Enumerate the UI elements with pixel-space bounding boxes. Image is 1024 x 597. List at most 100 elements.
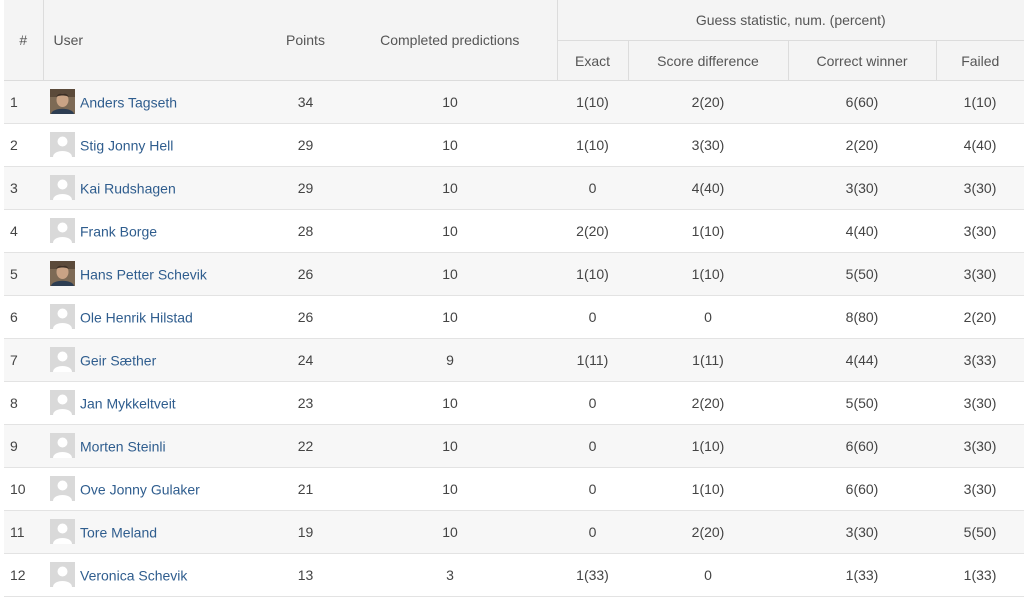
table-row: 6 Ole Henrik Hilstad 26 10 0 0 8(80) 2(2… <box>4 295 1024 339</box>
correct-winner-cell: 6(60) <box>788 80 936 124</box>
user-cell: Geir Sæther <box>43 338 268 382</box>
table-row: 2 Stig Jonny Hell 29 10 1(10) 3(30) 2(20… <box>4 123 1024 167</box>
table-row: 4 Frank Borge 28 10 2(20) 1(10) 4(40) 3(… <box>4 209 1024 253</box>
score-difference-cell: 0 <box>628 295 788 339</box>
correct-winner-cell: 5(50) <box>788 252 936 296</box>
leaderboard: # User Points Completed predictions Gues… <box>0 0 1024 597</box>
failed-cell: 3(33) <box>936 338 1024 382</box>
user-cell: Jan Mykkeltveit <box>43 381 268 425</box>
points-cell: 23 <box>268 381 343 425</box>
points-cell: 28 <box>268 209 343 253</box>
exact-cell: 0 <box>557 424 628 468</box>
points-cell: 26 <box>268 295 343 339</box>
failed-cell: 3(30) <box>936 467 1024 511</box>
table-row: 7 Geir Sæther 24 9 1(11) 1(11) 4(44) 3(3… <box>4 338 1024 382</box>
failed-cell: 3(30) <box>936 381 1024 425</box>
user-link[interactable]: Hans Petter Schevik <box>80 266 207 282</box>
exact-cell: 0 <box>557 295 628 339</box>
completed-predictions-cell: 10 <box>343 252 557 296</box>
default-avatar-icon[interactable] <box>50 561 75 587</box>
user-cell: Ove Jonny Gulaker <box>43 467 268 511</box>
rank-cell: 1 <box>4 80 43 124</box>
user-link[interactable]: Anders Tagseth <box>80 94 177 110</box>
points-cell: 24 <box>268 338 343 382</box>
rank-cell: 11 <box>4 510 43 554</box>
user-link[interactable]: Kai Rudshagen <box>80 180 176 196</box>
failed-cell: 5(50) <box>936 510 1024 554</box>
table-row: 5 Hans Petter Schevik 26 10 1(10) 1(10) … <box>4 252 1024 296</box>
points-cell: 13 <box>268 553 343 597</box>
column-header-points[interactable]: Points <box>268 0 343 81</box>
column-header-completed-predictions[interactable]: Completed predictions <box>343 0 557 81</box>
correct-winner-cell: 1(33) <box>788 553 936 597</box>
completed-predictions-cell: 10 <box>343 295 557 339</box>
user-link[interactable]: Morten Steinli <box>80 438 166 454</box>
column-header-exact[interactable]: Exact <box>556 40 628 81</box>
table-row: 10 Ove Jonny Gulaker 21 10 0 1(10) 6(60)… <box>4 467 1024 511</box>
table-row: 11 Tore Meland 19 10 0 2(20) 3(30) 5(50) <box>4 510 1024 554</box>
rank-cell: 5 <box>4 252 43 296</box>
completed-predictions-cell: 10 <box>343 467 557 511</box>
user-link[interactable]: Geir Sæther <box>80 352 156 368</box>
failed-cell: 1(33) <box>936 553 1024 597</box>
default-avatar-icon[interactable] <box>50 174 75 200</box>
rank-cell: 10 <box>4 467 43 511</box>
correct-winner-cell: 2(20) <box>788 123 936 167</box>
column-header-user[interactable]: User <box>42 0 268 81</box>
completed-predictions-cell: 10 <box>343 424 557 468</box>
score-difference-cell: 2(20) <box>628 80 788 124</box>
column-header-rank[interactable]: # <box>4 0 43 81</box>
default-avatar-icon[interactable] <box>50 346 75 372</box>
points-cell: 19 <box>268 510 343 554</box>
user-link[interactable]: Stig Jonny Hell <box>80 137 173 153</box>
default-avatar-icon[interactable] <box>50 131 75 157</box>
user-link[interactable]: Ove Jonny Gulaker <box>80 481 200 497</box>
table-body: 1 Anders Tagseth 34 10 1(10) 2(20) 6(60)… <box>4 80 1024 597</box>
user-link[interactable]: Ole Henrik Hilstad <box>80 309 193 325</box>
completed-predictions-cell: 10 <box>343 166 557 210</box>
score-difference-cell: 3(30) <box>628 123 788 167</box>
points-cell: 34 <box>268 80 343 124</box>
user-link[interactable]: Veronica Schevik <box>80 567 187 583</box>
photo-avatar-icon[interactable] <box>50 88 75 114</box>
correct-winner-cell: 5(50) <box>788 381 936 425</box>
column-header-failed[interactable]: Failed <box>935 40 1024 81</box>
default-avatar-icon[interactable] <box>50 432 75 458</box>
failed-cell: 3(30) <box>936 209 1024 253</box>
correct-winner-cell: 4(40) <box>788 209 936 253</box>
exact-cell: 1(10) <box>557 80 628 124</box>
table-row: 3 Kai Rudshagen 29 10 0 4(40) 3(30) 3(30… <box>4 166 1024 210</box>
user-cell: Ole Henrik Hilstad <box>43 295 268 339</box>
default-avatar-icon[interactable] <box>50 389 75 415</box>
exact-cell: 0 <box>557 166 628 210</box>
default-avatar-icon[interactable] <box>50 303 75 329</box>
column-group-guess-statistic: Guess statistic, num. (percent) <box>556 0 1024 41</box>
default-avatar-icon[interactable] <box>50 518 75 544</box>
table-row: 9 Morten Steinli 22 10 0 1(10) 6(60) 3(3… <box>4 424 1024 468</box>
completed-predictions-cell: 10 <box>343 123 557 167</box>
completed-predictions-cell: 10 <box>343 381 557 425</box>
user-link[interactable]: Tore Meland <box>80 524 157 540</box>
rank-cell: 3 <box>4 166 43 210</box>
leaderboard-table: # User Points Completed predictions Gues… <box>4 0 1024 597</box>
rank-cell: 4 <box>4 209 43 253</box>
exact-cell: 0 <box>557 381 628 425</box>
completed-predictions-cell: 10 <box>343 510 557 554</box>
score-difference-cell: 2(20) <box>628 381 788 425</box>
score-difference-cell: 1(11) <box>628 338 788 382</box>
user-link[interactable]: Frank Borge <box>80 223 157 239</box>
points-cell: 26 <box>268 252 343 296</box>
column-header-correct-winner[interactable]: Correct winner <box>787 40 936 81</box>
rank-cell: 12 <box>4 553 43 597</box>
points-cell: 22 <box>268 424 343 468</box>
user-cell: Morten Steinli <box>43 424 268 468</box>
table-header: # User Points Completed predictions Gues… <box>4 0 1024 81</box>
score-difference-cell: 1(10) <box>628 252 788 296</box>
photo-avatar-icon[interactable] <box>50 260 75 286</box>
default-avatar-icon[interactable] <box>50 475 75 501</box>
user-cell: Tore Meland <box>43 510 268 554</box>
user-link[interactable]: Jan Mykkeltveit <box>80 395 176 411</box>
default-avatar-icon[interactable] <box>50 217 75 243</box>
table-row: 1 Anders Tagseth 34 10 1(10) 2(20) 6(60)… <box>4 80 1024 124</box>
column-header-score-difference[interactable]: Score difference <box>627 40 788 81</box>
